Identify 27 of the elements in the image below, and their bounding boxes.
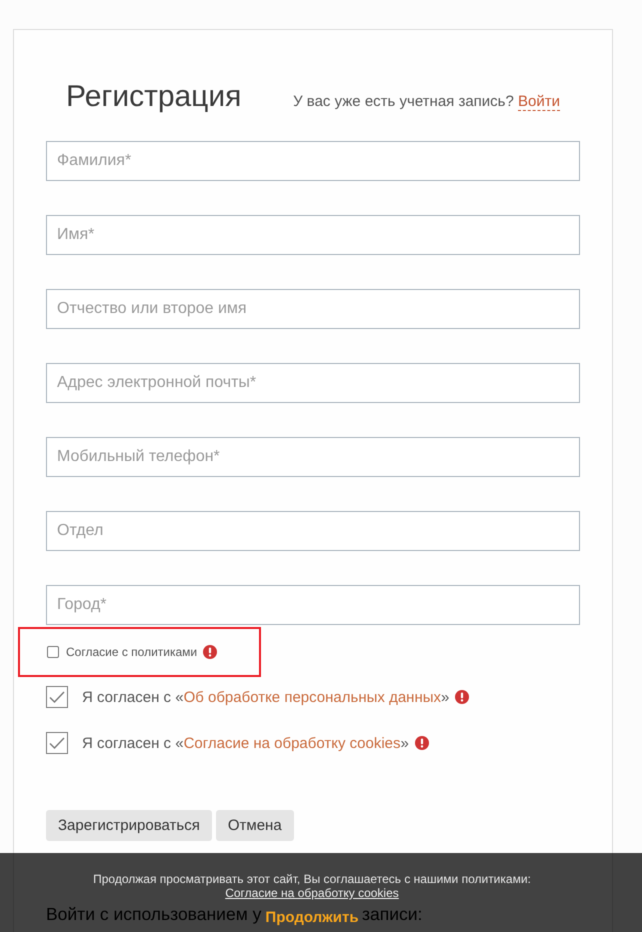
checkbox[interactable] bbox=[46, 732, 68, 754]
register-button[interactable]: Зарегистрироваться bbox=[46, 810, 212, 841]
cookie-message: Продолжая просматривать этот сайт, Вы соглашаетесь с нашими политиками: bbox=[93, 872, 531, 886]
input-field[interactable]: Фамилия* bbox=[46, 141, 580, 181]
input-field[interactable]: Адрес электронной почты* bbox=[46, 363, 580, 403]
agreement-text: Я согласен с «Согласие на обработку cookies» bbox=[82, 734, 409, 752]
input-field[interactable]: Имя* bbox=[46, 215, 580, 255]
checkbox[interactable] bbox=[46, 686, 68, 708]
section-heading: Войти с использованием у bbox=[46, 903, 262, 925]
page-title: Регистрация bbox=[66, 79, 242, 115]
checkmark-icon bbox=[49, 737, 65, 749]
checkbox-label: Согласие с политиками bbox=[66, 645, 198, 659]
cancel-button[interactable]: Отмена bbox=[216, 810, 294, 841]
checkmark-icon bbox=[49, 691, 65, 703]
continue-button[interactable]: Продолжить bbox=[265, 909, 359, 927]
input-field[interactable]: Отдел bbox=[46, 511, 580, 551]
section-heading: записи: bbox=[362, 903, 422, 925]
agreement-link[interactable]: Об обработке персональных данных bbox=[184, 688, 442, 706]
agreement-text: Я согласен с «Об обработке персональных данных» bbox=[82, 688, 450, 706]
input-field[interactable]: Отчество или второе имя bbox=[46, 289, 580, 329]
input-field[interactable]: Город* bbox=[46, 585, 580, 625]
login-link[interactable]: Войти bbox=[518, 93, 560, 111]
input-field[interactable]: Мобильный телефон* bbox=[46, 437, 580, 477]
login-prompt: У вас уже есть учетная запись? Войти bbox=[293, 93, 560, 110]
agreement-link[interactable]: Согласие на обработку cookies bbox=[184, 734, 401, 752]
checkbox[interactable] bbox=[47, 646, 59, 658]
cookie-policy-link[interactable]: Согласие на обработку cookies bbox=[225, 886, 399, 900]
